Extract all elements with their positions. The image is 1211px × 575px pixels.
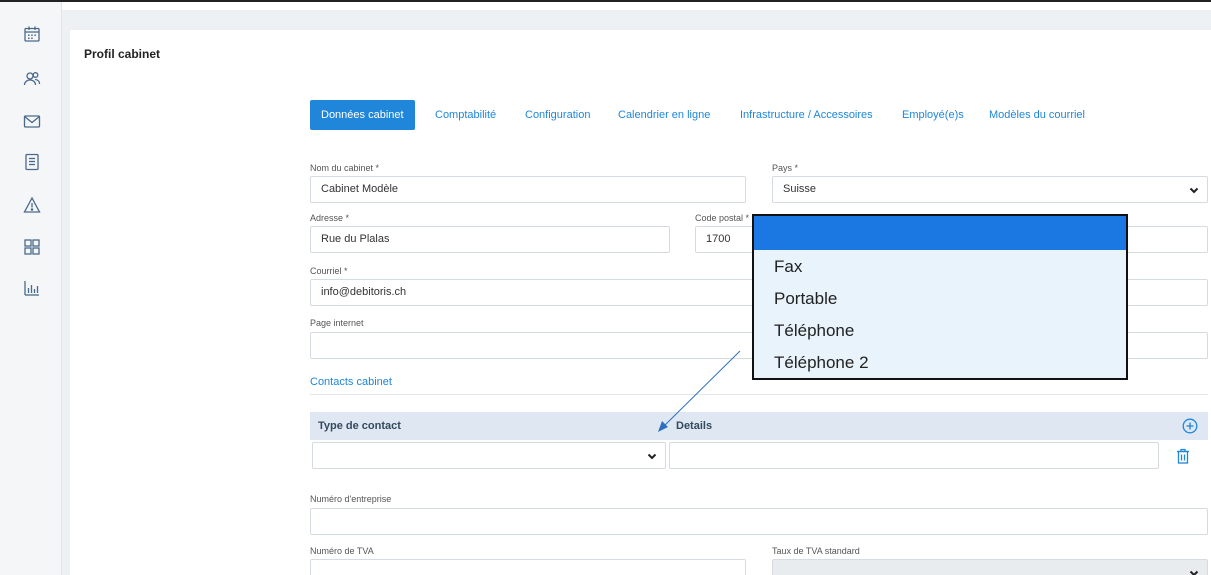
adresse-label: Adresse * [310,213,350,223]
tab-employes[interactable]: Employé(e)s [902,100,964,130]
tab-comptabilite[interactable]: Comptabilité [435,100,496,130]
pays-value: Suisse [783,183,817,195]
calendar-icon[interactable] [23,25,41,43]
dropdown-option-portable[interactable]: Portable [774,289,837,309]
contacts-cabinet-title: Contacts cabinet [310,376,392,388]
numero-tva-input[interactable] [310,559,746,575]
sidebar [0,2,62,575]
code-postal-label: Code postal * [695,213,750,223]
courriel-label: Courriel * [310,266,348,276]
col-type-contact: Type de contact [318,420,401,432]
nom-cabinet-label: Nom du cabinet * [310,163,380,173]
page-title: Profil cabinet [84,47,161,61]
contact-details-input[interactable] [669,442,1159,469]
section-divider [310,394,1208,395]
users-icon[interactable] [23,70,41,88]
chevron-down-icon [1189,185,1199,195]
grid-icon[interactable] [23,238,41,256]
col-details: Details [676,420,713,432]
tab-configuration[interactable]: Configuration [525,100,590,130]
contact-type-select[interactable] [312,442,666,469]
tab-calendrier-en-ligne[interactable]: Calendrier en ligne [618,100,710,130]
document-icon[interactable] [23,153,41,171]
taux-tva-label: Taux de TVA standard [772,546,860,556]
numero-entreprise-label: Numéro d'entreprise [310,494,392,504]
mail-icon[interactable] [23,112,41,130]
pays-label: Pays * [772,163,799,173]
tab-modeles-courriel[interactable]: Modèles du courriel [989,100,1085,130]
numero-entreprise-input[interactable] [310,508,1208,535]
page-internet-label: Page internet [310,318,364,328]
numero-tva-label: Numéro de TVA [310,546,374,556]
taux-tva-select[interactable] [772,559,1208,575]
pays-select[interactable]: Suisse [772,176,1208,203]
chevron-down-icon [1189,568,1199,575]
chart-icon[interactable] [23,279,41,297]
dropdown-option-fax[interactable]: Fax [774,257,802,277]
contacts-table-header: Type de contact Details [310,412,1208,440]
add-contact-icon[interactable] [1182,418,1198,434]
nom-cabinet-input[interactable]: Cabinet Modèle [310,176,746,203]
dropdown-option-empty[interactable] [754,216,1126,250]
dropdown-option-telephone[interactable]: Téléphone [774,321,854,341]
tab-infrastructure[interactable]: Infrastructure / Accessoires [740,100,873,130]
warning-icon[interactable] [23,196,41,214]
dropdown-option-telephone-2[interactable]: Téléphone 2 [774,353,869,373]
tab-donnees-cabinet[interactable]: Données cabinet [310,100,415,130]
trash-icon[interactable] [1176,448,1190,464]
adresse-input[interactable]: Rue du Plalas [310,226,670,253]
contact-type-dropdown: Fax Portable Téléphone Téléphone 2 [752,214,1128,380]
localite-input[interactable] [1120,226,1208,253]
chevron-down-icon [647,451,657,461]
